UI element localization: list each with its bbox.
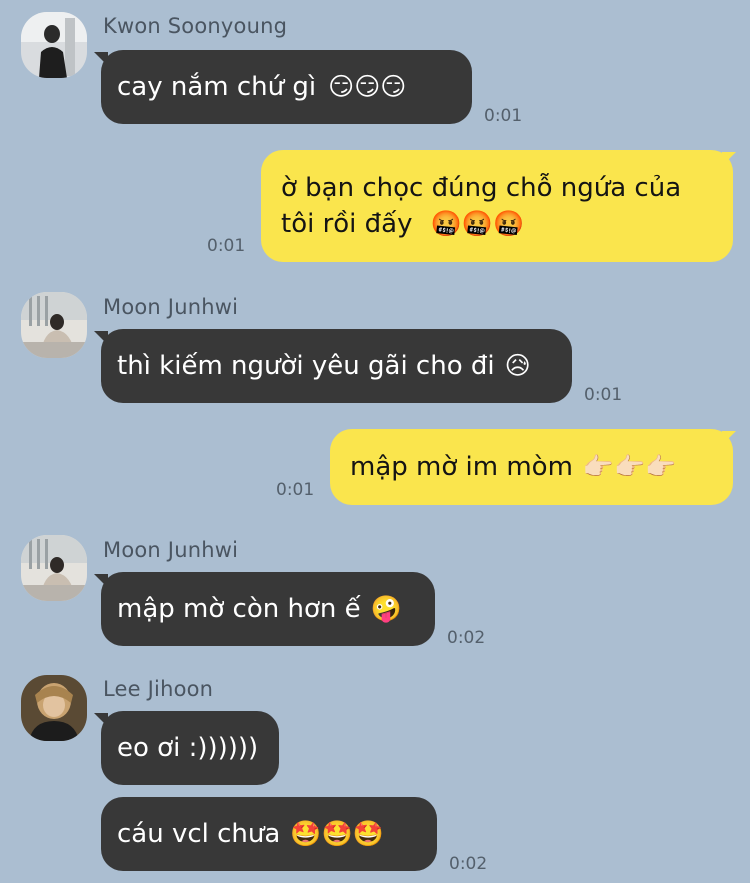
message-bubble[interactable]: cáu vcl chưa 🤩🤩🤩	[101, 797, 437, 871]
message-bubble[interactable]: ờ bạn chọc đúng chỗ ngứa của tôi rồi đấy…	[261, 150, 733, 262]
message-bubble[interactable]: eo ơi :))))))	[101, 711, 279, 785]
sad-sweat-emoji-icon: 😥	[504, 351, 531, 380]
message-bubble[interactable]: mập mờ còn hơn ế 🤪	[101, 572, 435, 646]
message-time: 0:01	[484, 106, 523, 126]
message-text-line: tôi rồi đấy	[281, 209, 413, 239]
message-text: mập mờ im mòm	[350, 452, 573, 482]
message-bubble[interactable]: cay nắm chứ gì 😏😏😏	[101, 50, 472, 124]
message-time: 0:01	[276, 480, 315, 500]
message-time: 0:02	[449, 854, 488, 874]
message-bubble[interactable]: thì kiếm người yêu gãi cho đi 😥	[101, 329, 572, 403]
sender-name: Moon Junhwi	[103, 538, 239, 562]
message-text: cáu vcl chưa	[117, 819, 281, 849]
message-text: mập mờ còn hơn ế	[117, 594, 361, 624]
avatar-moon-junhwi[interactable]	[21, 535, 87, 601]
cursing-face-emoji-icon: 🤬🤬🤬	[430, 209, 525, 238]
zany-face-emoji-icon: 🤪	[370, 594, 402, 623]
avatar-moon-junhwi[interactable]	[21, 292, 87, 358]
message-bubble[interactable]: mập mờ im mòm 👉🏻👉🏻👉🏻	[330, 429, 733, 505]
pointing-finger-emoji-icon: 👉🏻👉🏻👉🏻	[582, 452, 677, 481]
star-struck-emoji-icon: 🤩🤩🤩	[290, 819, 384, 848]
avatar-lee-jihoon[interactable]	[21, 675, 87, 741]
message-text: cay nắm chứ gì	[117, 72, 317, 102]
sender-name: Moon Junhwi	[103, 295, 239, 319]
smirk-emoji-icon: 😏😏😏	[328, 72, 407, 101]
sender-name: Lee Jihoon	[103, 677, 214, 701]
avatar-kwon-soonyoung[interactable]	[21, 12, 87, 78]
message-text: thì kiếm người yêu gãi cho đi	[117, 351, 495, 381]
message-time: 0:01	[584, 385, 623, 405]
sender-name: Kwon Soonyoung	[103, 14, 288, 38]
message-time: 0:01	[207, 236, 246, 256]
message-text-line: ờ bạn chọc đúng chỗ ngứa của	[281, 173, 682, 203]
message-text: eo ơi :))))))	[117, 733, 259, 763]
message-time: 0:02	[447, 628, 486, 648]
